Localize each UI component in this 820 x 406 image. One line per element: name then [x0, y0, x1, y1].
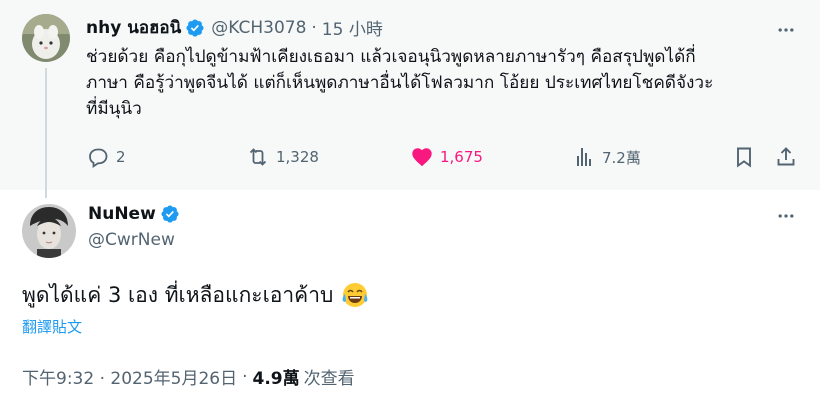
views-icon — [577, 148, 591, 166]
retweet-icon — [249, 148, 267, 166]
reply-tweet-text: พูดได้แค่ 3 เอง ที่เหลือแกะเอาค้าบ — [22, 280, 369, 310]
share-button[interactable] — [774, 143, 798, 171]
avatar[interactable] — [22, 14, 70, 62]
verified-badge-icon — [185, 18, 205, 38]
share-icon — [777, 147, 795, 166]
reply-icon — [89, 148, 108, 168]
like-count: 1,675 — [440, 148, 483, 166]
tweet-text: ช่วยด้วย คือกุไปดูข้ามฟ้าเคียงเธอมา แล้ว… — [86, 44, 806, 122]
display-name[interactable]: NuNew — [88, 204, 156, 224]
retweet-count: 1,328 — [276, 148, 319, 166]
bookmark-icon — [737, 147, 751, 168]
tweet-meta: 下午9:32 · 2025年5月26日 · 4.9萬 次查看 — [22, 364, 355, 390]
user-handle[interactable]: @KCH3078 — [211, 18, 306, 38]
user-handle[interactable]: @CwrNew — [88, 230, 180, 250]
views-count: 4.9萬 — [252, 369, 300, 389]
reply-button[interactable]: 2 — [86, 143, 126, 171]
timestamp[interactable]: 下午9:32 · 2025年5月26日 — [22, 364, 237, 389]
tweet-actions: 2 1,328 1,675 7.2萬 — [86, 143, 802, 171]
like-icon — [412, 148, 432, 167]
more-icon[interactable] — [774, 18, 798, 42]
views-label: 次查看 — [303, 369, 355, 389]
reply-text-body: พูดได้แค่ 3 เอง ที่เหลือแกะเอาค้าบ — [22, 283, 334, 307]
tears-of-joy-emoji-icon — [341, 281, 369, 309]
verified-badge-icon — [160, 204, 180, 224]
reply-count: 2 — [116, 148, 126, 166]
separator: · — [311, 17, 317, 38]
view-count: 7.2萬 — [602, 148, 641, 167]
translate-post-link[interactable]: 翻譯貼文 — [22, 316, 82, 337]
separator: · — [242, 366, 248, 387]
bookmark-button[interactable] — [732, 143, 756, 171]
avatar[interactable] — [22, 204, 76, 258]
tweet-text-line: ช่วยด้วย คือกุไปดูข้ามฟ้าเคียงเธอมา แล้ว… — [86, 47, 696, 67]
display-name[interactable]: nhy นอฮอนิ — [86, 14, 181, 41]
more-icon[interactable] — [774, 204, 798, 228]
tweet-text-line: ภาษา คือรู้ว่าพูดจีนได้ แต่ก็เห็นพูดภาษา… — [86, 73, 714, 93]
tweet-text-line: ที่มีนุนิว — [86, 99, 142, 119]
views-button[interactable]: 7.2萬 — [572, 143, 641, 171]
like-button[interactable]: 1,675 — [410, 143, 483, 171]
thread-connector-line — [45, 68, 47, 198]
retweet-button[interactable]: 1,328 — [246, 143, 319, 171]
tweet-time[interactable]: 15 小時 — [322, 15, 383, 40]
parent-tweet[interactable]: nhy นอฮอนิ @KCH3078 · 15 小時 ช่วยด้วย คือ… — [0, 0, 820, 190]
